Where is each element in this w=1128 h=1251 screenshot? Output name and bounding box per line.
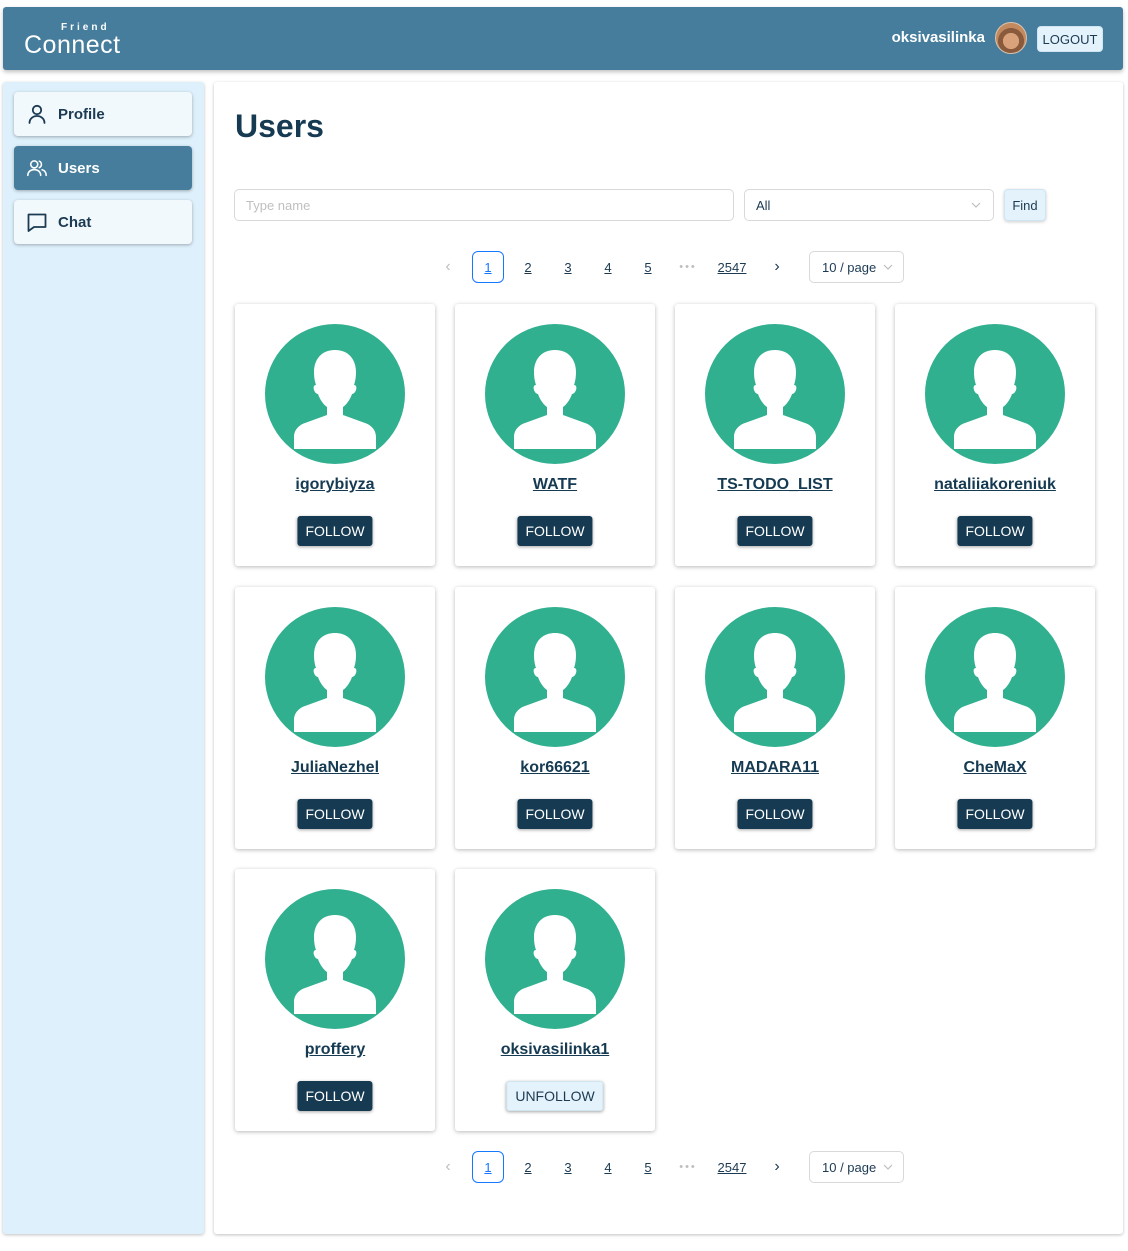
pagination-bottom: ‹ 1 2 3 4 5 ••• 2547 › 10 / page (214, 1151, 1123, 1183)
pagination-jump-next[interactable]: ••• (672, 1151, 704, 1183)
user-name-link[interactable]: nataliiakoreniuk (895, 476, 1095, 494)
sidebar-item-chat[interactable]: Chat (14, 200, 192, 244)
user-avatar (995, 22, 1027, 54)
user-name-link[interactable]: igorybiyza (235, 476, 435, 494)
follow-button[interactable]: FOLLOW (517, 516, 593, 546)
user-name-link[interactable]: WATF (455, 476, 655, 494)
sidebar-item-label: Users (58, 159, 100, 177)
user-name-link[interactable]: TS-TODO_LIST (675, 476, 875, 494)
page-size-select[interactable]: 10 / page (809, 1151, 904, 1183)
user-card: JuliaNezhel FOLLOW (235, 587, 435, 849)
app-logo[interactable]: Friend Connect (24, 21, 134, 61)
user-card: kor66621 FOLLOW (455, 587, 655, 849)
main-content: Users All Find ‹ 1 2 3 4 5 ••• 2547 › 10… (214, 82, 1123, 1234)
pagination-page-button[interactable]: 4 (592, 251, 624, 283)
follow-button[interactable]: FOLLOW (957, 799, 1033, 829)
user-card: CheMaX FOLLOW (895, 587, 1095, 849)
pagination-page-button[interactable]: 1 (472, 251, 504, 283)
sidebar-item-label: Profile (58, 105, 105, 123)
user-card: MADARA11 FOLLOW (675, 587, 875, 849)
user-name-link[interactable]: MADARA11 (675, 759, 875, 777)
pagination-page-button[interactable]: 3 (552, 1151, 584, 1183)
chevron-down-icon (883, 264, 893, 270)
chevron-down-icon (883, 1164, 893, 1170)
sidebar-item-users[interactable]: Users (14, 146, 192, 190)
default-avatar-icon[interactable] (485, 889, 625, 1029)
default-avatar-icon[interactable] (925, 607, 1065, 747)
sidebar: Profile Users Chat (3, 82, 204, 1234)
follow-button[interactable]: FOLLOW (297, 1081, 373, 1111)
find-button[interactable]: Find (1004, 189, 1046, 221)
user-card: WATF FOLLOW (455, 304, 655, 566)
pagination-next-button[interactable]: › (761, 251, 793, 283)
pagination-next-button[interactable]: › (761, 1151, 793, 1183)
user-name-link[interactable]: oksivasilinka1 (455, 1041, 655, 1059)
user-card: igorybiyza FOLLOW (235, 304, 435, 566)
page-size-value: 10 / page (822, 259, 877, 275)
page-title: Users (235, 108, 324, 144)
chevron-down-icon (971, 202, 981, 208)
pagination-page-button[interactable]: 2 (512, 251, 544, 283)
logout-button[interactable]: LOGOUT (1037, 26, 1103, 52)
logo-big-text: Connect (24, 31, 121, 59)
default-avatar-icon[interactable] (265, 324, 405, 464)
user-name-link[interactable]: CheMaX (895, 759, 1095, 777)
unfollow-button[interactable]: UNFOLLOW (506, 1081, 604, 1111)
default-avatar-icon[interactable] (705, 607, 845, 747)
pagination-page-button[interactable]: 2547 (712, 251, 752, 283)
follow-button[interactable]: FOLLOW (517, 799, 593, 829)
header-username: oksivasilinka (891, 29, 985, 46)
default-avatar-icon[interactable] (265, 889, 405, 1029)
user-card: proffery FOLLOW (235, 869, 435, 1131)
search-input[interactable] (234, 189, 734, 221)
pagination-top: ‹ 1 2 3 4 5 ••• 2547 › 10 / page (214, 251, 1123, 283)
user-card: oksivasilinka1 UNFOLLOW (455, 869, 655, 1131)
pagination-prev-button[interactable]: ‹ (432, 1151, 464, 1183)
user-card: TS-TODO_LIST FOLLOW (675, 304, 875, 566)
follow-button[interactable]: FOLLOW (737, 516, 813, 546)
pagination-page-button[interactable]: 5 (632, 1151, 664, 1183)
pagination-jump-next[interactable]: ••• (672, 251, 704, 283)
pagination-page-button[interactable]: 2 (512, 1151, 544, 1183)
follow-button[interactable]: FOLLOW (737, 799, 813, 829)
app-header: Friend Connect oksivasilinka LOGOUT (3, 7, 1123, 70)
user-name-link[interactable]: kor66621 (455, 759, 655, 777)
filter-select-value: All (756, 197, 771, 213)
pagination-page-button[interactable]: 4 (592, 1151, 624, 1183)
sidebar-item-profile[interactable]: Profile (14, 92, 192, 136)
follow-button[interactable]: FOLLOW (297, 799, 373, 829)
filter-select[interactable]: All (744, 189, 994, 221)
default-avatar-icon[interactable] (925, 324, 1065, 464)
default-avatar-icon[interactable] (485, 607, 625, 747)
user-card: nataliiakoreniuk FOLLOW (895, 304, 1095, 566)
page-size-value: 10 / page (822, 1159, 877, 1175)
pagination-page-button[interactable]: 5 (632, 251, 664, 283)
follow-button[interactable]: FOLLOW (297, 516, 373, 546)
pagination-page-button[interactable]: 3 (552, 251, 584, 283)
user-icon (26, 103, 48, 125)
chat-icon (26, 211, 48, 233)
page-size-select[interactable]: 10 / page (809, 251, 904, 283)
user-name-link[interactable]: proffery (235, 1041, 435, 1059)
pagination-page-button[interactable]: 2547 (712, 1151, 752, 1183)
users-icon (26, 157, 48, 179)
user-name-link[interactable]: JuliaNezhel (235, 759, 435, 777)
pagination-page-button[interactable]: 1 (472, 1151, 504, 1183)
follow-button[interactable]: FOLLOW (957, 516, 1033, 546)
pagination-prev-button[interactable]: ‹ (432, 251, 464, 283)
default-avatar-icon[interactable] (485, 324, 625, 464)
default-avatar-icon[interactable] (265, 607, 405, 747)
sidebar-item-label: Chat (58, 213, 92, 231)
default-avatar-icon[interactable] (705, 324, 845, 464)
